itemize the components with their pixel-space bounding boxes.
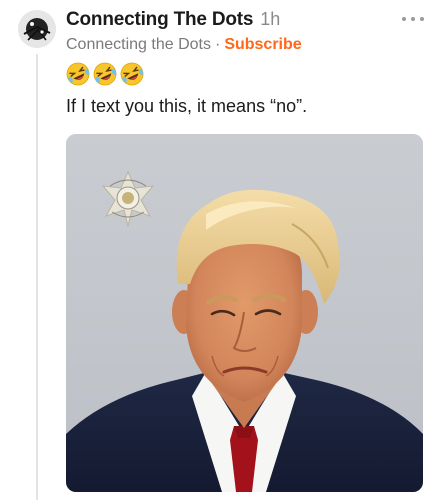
mugshot-photo	[66, 134, 423, 492]
author-name[interactable]: Connecting the Dots	[66, 36, 211, 53]
rolling-on-floor-laughing-emoji-icon	[66, 62, 90, 86]
more-options-icon[interactable]	[402, 12, 424, 26]
author-line: Connecting the Dots · Subscribe	[66, 36, 302, 54]
thread-line	[36, 54, 38, 500]
emoji-row	[66, 62, 144, 86]
publication-name[interactable]: Connecting The Dots	[66, 9, 253, 31]
rolling-on-floor-laughing-emoji-icon	[93, 62, 117, 86]
subscribe-button[interactable]: Subscribe	[224, 36, 301, 53]
post-image[interactable]	[66, 134, 423, 492]
post-time: 1h	[260, 9, 281, 29]
post-header: Connecting The Dots 1h	[66, 9, 430, 35]
post-text: If I text you this, it means “no”.	[66, 96, 308, 116]
rolling-on-floor-laughing-emoji-icon	[120, 62, 144, 86]
publication-avatar[interactable]	[18, 10, 56, 48]
separator: ·	[214, 36, 221, 53]
dots-logo-icon	[18, 10, 56, 48]
